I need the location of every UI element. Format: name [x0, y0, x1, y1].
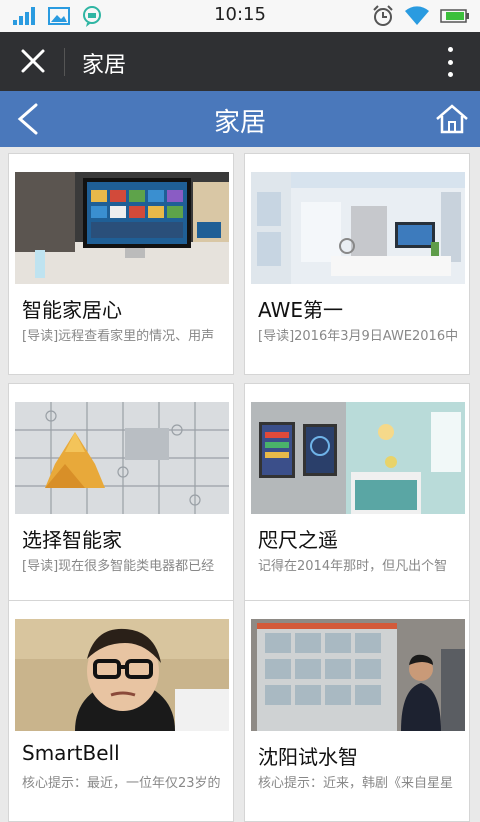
window-title: 家居	[82, 53, 127, 78]
article-summary: [导读]远程查看家里的情况、用声	[22, 329, 215, 344]
article-card[interactable]: 智能家居心 [导读]远程查看家里的情况、用声	[8, 153, 234, 375]
article-title: 沈阳试水智	[258, 745, 358, 769]
smart-tv-image	[15, 172, 229, 284]
article-title: 选择智能家	[22, 528, 122, 552]
article-title: 咫尺之遥	[258, 528, 338, 552]
article-card[interactable]: 沈阳试水智 核心提示：近来，韩剧《来自星星	[244, 600, 470, 822]
article-card[interactable]: 选择智能家 [导读]现在很多智能类电器都已经	[8, 383, 234, 605]
close-icon[interactable]	[18, 46, 48, 76]
article-summary: 核心提示：最近，一位年仅23岁的	[22, 776, 221, 791]
article-card[interactable]: AWE第一 [导读]2016年3月9日AWE2016中	[244, 153, 470, 375]
alarm-icon	[373, 5, 393, 26]
article-summary: [导读]2016年3月9日AWE2016中	[258, 329, 459, 344]
page-header: 家居	[0, 91, 480, 147]
article-card[interactable]: 咫尺之遥 记得在2014年那时，但凡出个智	[244, 383, 470, 605]
smart-panel-kitchen-image	[251, 402, 465, 514]
article-summary: 核心提示：近来，韩剧《来自星星	[258, 776, 454, 791]
article-summary: 记得在2014年那时，但凡出个智	[258, 559, 448, 574]
divider	[64, 48, 65, 76]
puzzle-image	[15, 402, 229, 514]
article-title: 智能家居心	[22, 298, 122, 322]
battery-icon	[440, 9, 469, 23]
home-icon[interactable]	[434, 103, 470, 135]
more-vertical-icon[interactable]	[446, 47, 454, 77]
article-summary: [导读]现在很多智能类电器都已经	[22, 559, 215, 574]
smart-home-exhibit-image	[251, 172, 465, 284]
page-title: 家居	[213, 108, 266, 138]
article-title: SmartBell	[22, 741, 120, 765]
woman-glasses-image	[15, 619, 229, 731]
man-window-image	[251, 619, 465, 731]
article-title: AWE第一	[258, 298, 343, 322]
app-title-bar: 家居	[0, 32, 480, 91]
article-card[interactable]: SmartBell 核心提示：最近，一位年仅23岁的	[8, 600, 234, 822]
wifi-icon	[405, 6, 429, 26]
status-bar: 10:15	[0, 0, 480, 32]
